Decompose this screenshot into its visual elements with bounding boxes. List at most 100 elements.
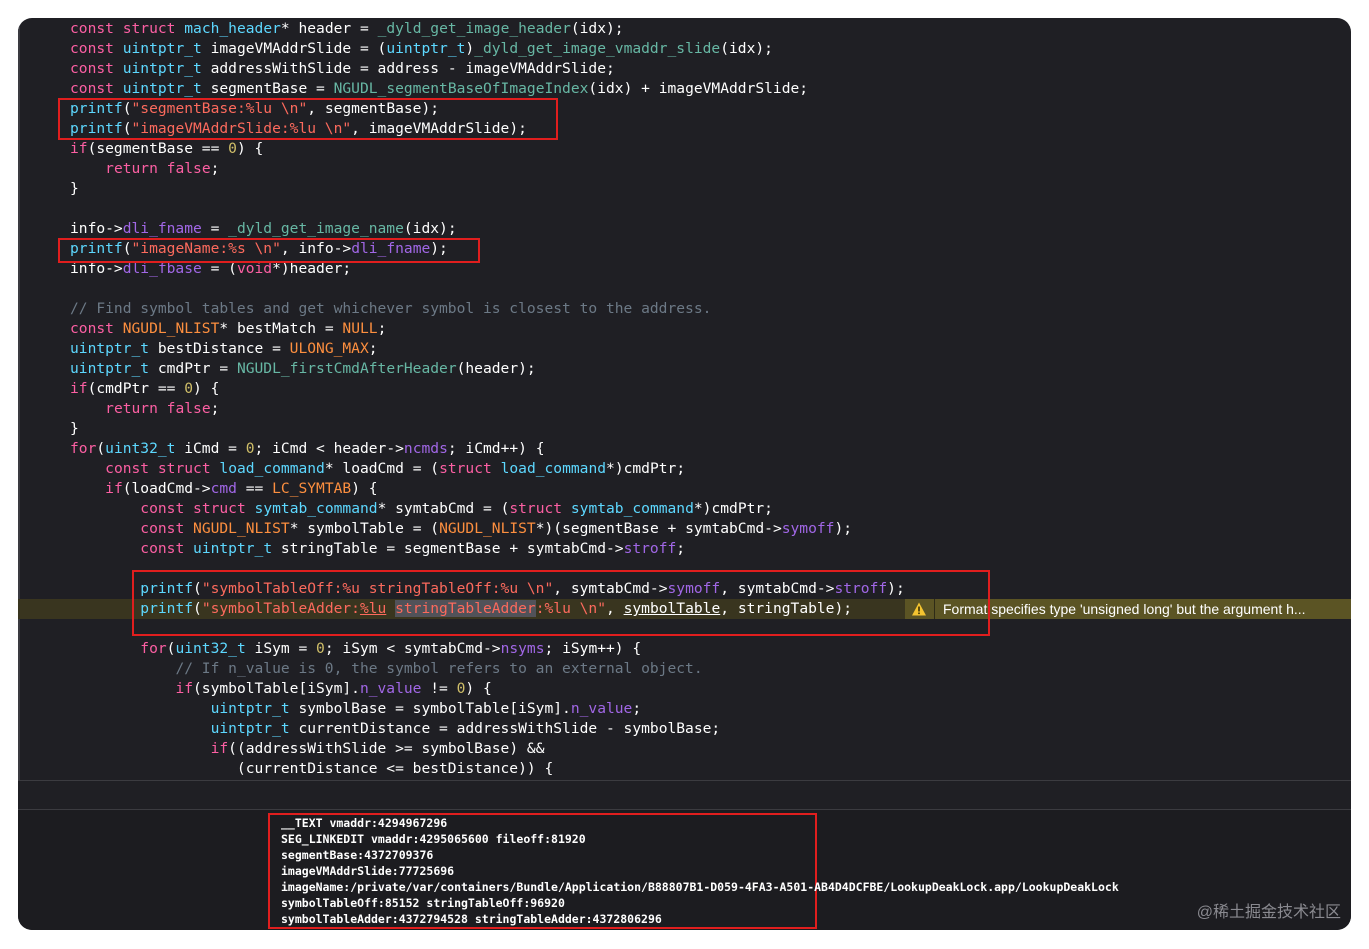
code-line[interactable]: const struct symtab_command* symtabCmd =…	[18, 499, 1351, 519]
code-token: *)(segmentBase + symtabCmd->	[535, 520, 782, 537]
debug-bar[interactable]	[18, 781, 1351, 809]
code-line[interactable]: if((addressWithSlide >= symbolBase) &&	[18, 739, 1351, 759]
code-line[interactable]: // If n_value is 0, the symbol refers to…	[18, 659, 1351, 679]
code-line[interactable]: uintptr_t currentDistance = addressWithS…	[18, 719, 1351, 739]
code-line-text: // Find symbol tables and get whichever …	[70, 299, 711, 319]
code-token: (idx) + imageVMAddrSlide;	[588, 80, 809, 97]
code-token: segmentBase =	[201, 80, 334, 97]
code-token: ==	[236, 480, 273, 497]
code-line[interactable]: const struct load_command* loadCmd = (st…	[18, 459, 1351, 479]
code-line[interactable]: const NGUDL_NLIST* symbolTable = (NGUDL_…	[18, 519, 1351, 539]
console-line: SEG_LINKEDIT vmaddr:4295065600 fileoff:8…	[281, 832, 586, 846]
code-line[interactable]: (currentDistance <= bestDistance)) {	[18, 759, 1351, 779]
code-token: for	[70, 440, 97, 457]
code-token: const	[140, 520, 185, 537]
code-token: 0	[316, 640, 325, 657]
code-line[interactable]	[18, 199, 1351, 219]
code-token: ;	[368, 340, 378, 357]
console-line: segmentBase:4372709376	[281, 848, 434, 862]
code-line[interactable]: // Find symbol tables and get whichever …	[18, 299, 1351, 319]
code-line[interactable]: info->dli_fname = _dyld_get_image_name(i…	[18, 219, 1351, 239]
code-line[interactable]: for(uint32_t iSym = 0; iSym < symtabCmd-…	[18, 639, 1351, 659]
code-token: load_command	[500, 460, 607, 477]
code-line[interactable]: uintptr_t bestDistance = ULONG_MAX;	[18, 339, 1351, 359]
code-token: struct	[439, 460, 492, 477]
code-token: uintptr_t	[122, 40, 202, 57]
code-line-text: }	[70, 179, 79, 199]
code-line[interactable]: }	[18, 419, 1351, 439]
code-line-text: const uintptr_t segmentBase = NGUDL_segm…	[70, 79, 808, 99]
console-line: symbolTableOff:85152 stringTableOff:9692…	[281, 896, 565, 910]
debug-console[interactable]: __TEXT vmaddr:4294967296 SEG_LINKEDIT vma…	[18, 810, 1351, 930]
code-token: uintptr_t	[386, 40, 466, 57]
console-line: imageVMAddrSlide:77725696	[281, 864, 455, 878]
code-token: (idx);	[570, 20, 624, 37]
code-line[interactable]: uintptr_t cmdPtr = NGUDL_firstCmdAfterHe…	[18, 359, 1351, 379]
code-line[interactable]	[18, 279, 1351, 299]
code-token: const	[105, 460, 150, 477]
code-line-text: for(uint32_t iSym = 0; iSym < symtabCmd-…	[70, 639, 641, 659]
code-line[interactable]: uintptr_t symbolBase = symbolTable[iSym]…	[18, 699, 1351, 719]
code-token: iSym =	[245, 640, 317, 657]
code-token: NGUDL_NLIST	[439, 520, 536, 537]
code-line[interactable]: if(cmdPtr == 0) {	[18, 379, 1351, 399]
code-token: const	[70, 320, 114, 337]
code-token: NULL	[342, 320, 378, 337]
code-token: uintptr_t	[122, 60, 202, 77]
code-line[interactable]: for(uint32_t iCmd = 0; iCmd < header->nc…	[18, 439, 1351, 459]
code-token: for	[140, 640, 167, 657]
code-token: dli_fname	[122, 220, 202, 237]
code-token: nsyms	[500, 640, 545, 657]
code-token: ; iCmd++) {	[447, 440, 545, 457]
code-line[interactable]: const uintptr_t imageVMAddrSlide = (uint…	[18, 39, 1351, 59]
code-token: }	[70, 180, 79, 197]
code-token: ) {	[465, 680, 492, 697]
code-token: NGUDL_firstCmdAfterHeader	[236, 360, 457, 377]
console-line: imageName:/private/var/containers/Bundle…	[281, 880, 1119, 894]
code-token: ; iCmd < header->	[254, 440, 404, 457]
code-line-text: for(uint32_t iCmd = 0; iCmd < header->nc…	[70, 439, 545, 459]
code-token: uintptr_t	[210, 700, 290, 717]
code-token: ; iSym < symtabCmd->	[324, 640, 501, 657]
code-line[interactable]: const struct mach_header* header = _dyld…	[18, 19, 1351, 39]
code-token: symtab_command	[570, 500, 694, 517]
code-line[interactable]: if(symbolTable[iSym].n_value != 0) {	[18, 679, 1351, 699]
code-line[interactable]: const uintptr_t segmentBase = NGUDL_segm…	[18, 79, 1351, 99]
code-token: struct	[122, 20, 176, 37]
code-token: ULONG_MAX	[289, 340, 369, 357]
code-line[interactable]: return false;	[18, 399, 1351, 419]
code-line[interactable]: const NGUDL_NLIST* bestMatch = NULL;	[18, 319, 1351, 339]
code-token: (currentDistance <= bestDistance)) {	[70, 760, 554, 777]
code-token: mach_header	[184, 20, 281, 37]
code-token: uint32_t	[175, 640, 246, 657]
code-line-text: const NGUDL_NLIST* symbolTable = (NGUDL_…	[70, 519, 852, 539]
code-token: const	[70, 60, 114, 77]
code-token: (idx);	[403, 220, 457, 237]
code-line[interactable]: }	[18, 179, 1351, 199]
code-token: _dyld_get_image_vmaddr_slide	[474, 40, 721, 57]
code-token: // If n_value is 0, the symbol refers to…	[175, 660, 703, 677]
code-token: stroff	[623, 540, 677, 557]
code-token: uintptr_t	[210, 720, 290, 737]
code-token: uintptr_t	[193, 540, 273, 557]
code-line[interactable]: return false;	[18, 159, 1351, 179]
code-line[interactable]: const uintptr_t addressWithSlide = addre…	[18, 59, 1351, 79]
code-token: (idx);	[720, 40, 773, 57]
code-line[interactable]: if(segmentBase == 0) {	[18, 139, 1351, 159]
code-token: _dyld_get_image_name	[228, 220, 404, 237]
code-token: NGUDL_NLIST	[193, 520, 290, 537]
code-token: return	[105, 160, 158, 177]
code-line[interactable]: const uintptr_t stringTable = segmentBas…	[18, 539, 1351, 559]
code-token: if	[70, 380, 88, 397]
code-line[interactable]: if(loadCmd->cmd == LC_SYMTAB) {	[18, 479, 1351, 499]
code-token: symtab_command	[254, 500, 378, 517]
